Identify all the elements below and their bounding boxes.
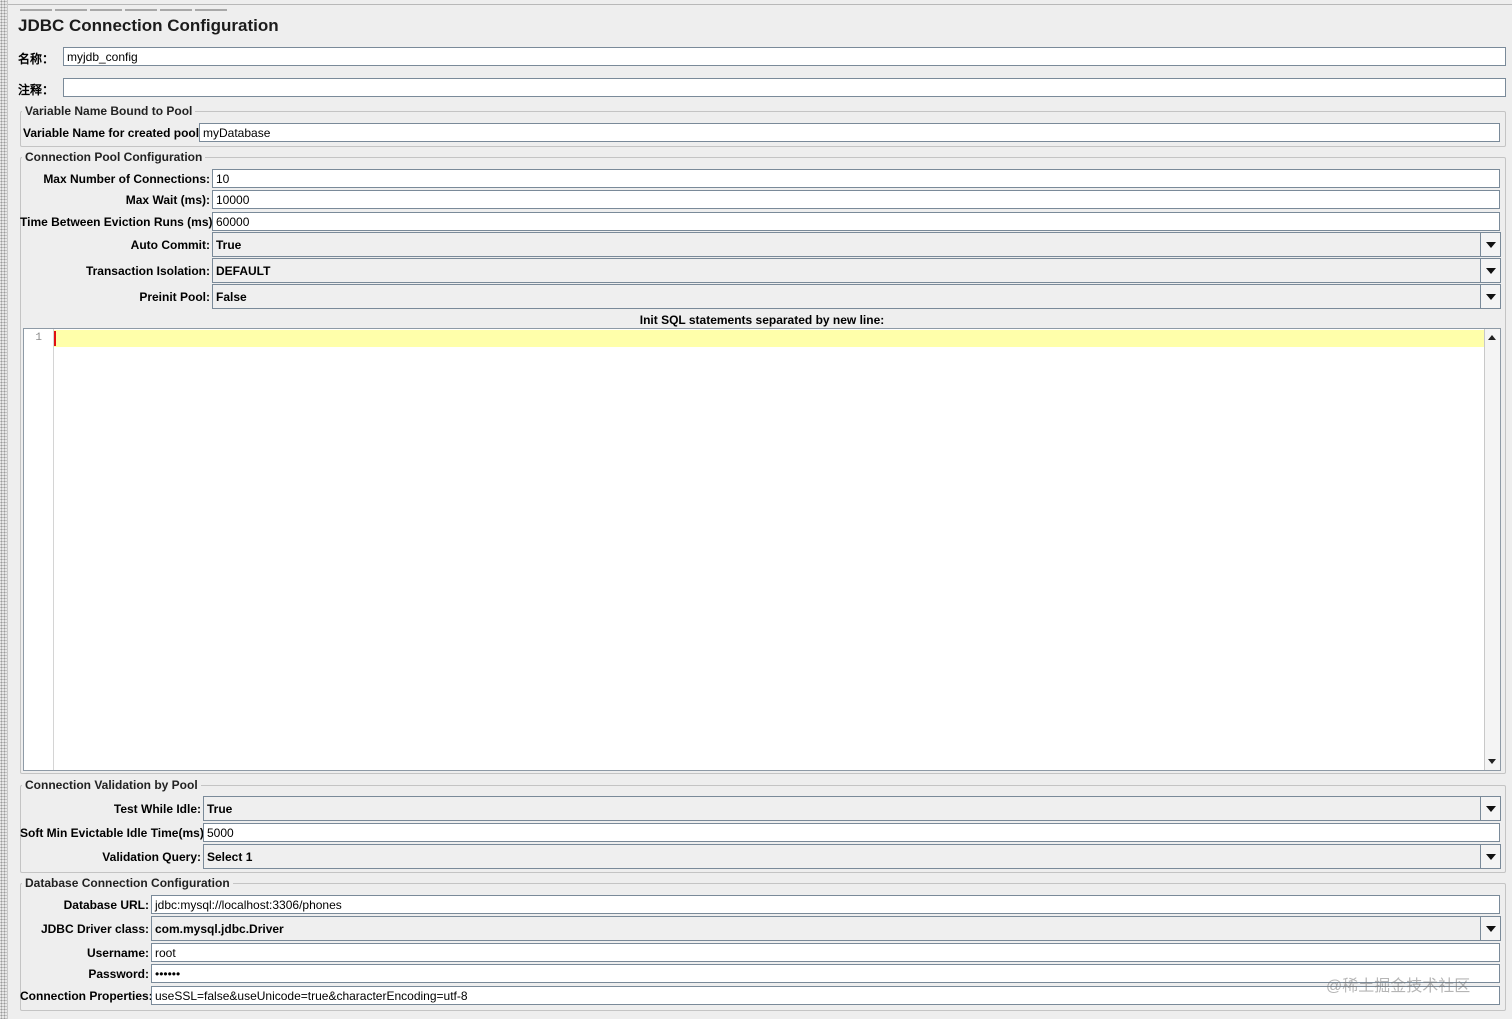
- max-wait-field[interactable]: 10000: [212, 190, 1500, 209]
- chevron-down-icon[interactable]: [1480, 285, 1500, 308]
- eviction-label: Time Between Eviction Runs (ms):: [20, 215, 217, 229]
- validation-query-label: Validation Query:: [102, 850, 201, 864]
- pool-variable-field[interactable]: myDatabase: [199, 123, 1500, 142]
- preinit-select[interactable]: False: [212, 284, 1501, 309]
- isolation-select[interactable]: DEFAULT: [212, 258, 1501, 283]
- editor-scrollbar[interactable]: [1484, 329, 1500, 770]
- chevron-down-icon[interactable]: [1480, 233, 1500, 256]
- soft-min-label: Soft Min Evictable Idle Time(ms):: [20, 826, 208, 840]
- top-divider: [8, 4, 1512, 5]
- username-field[interactable]: root: [151, 943, 1500, 962]
- scroll-down-icon[interactable]: [1488, 759, 1496, 764]
- line-number: 1: [35, 332, 42, 344]
- scroll-up-icon[interactable]: [1488, 335, 1496, 340]
- auto-commit-select[interactable]: True: [212, 232, 1501, 257]
- test-idle-select[interactable]: True: [203, 796, 1501, 821]
- name-label: 名称：: [18, 52, 55, 66]
- variable-name-legend: Variable Name Bound to Pool: [22, 104, 196, 118]
- password-label: Password:: [88, 967, 149, 981]
- database-url-label: Database URL:: [63, 898, 149, 912]
- driver-class-value: com.mysql.jdbc.Driver: [155, 922, 284, 936]
- left-splitter[interactable]: [0, 0, 8, 1019]
- preinit-value: False: [216, 290, 247, 304]
- db-connection-legend: Database Connection Configuration: [22, 876, 233, 890]
- test-idle-label: Test While Idle:: [113, 802, 201, 816]
- isolation-value: DEFAULT: [216, 264, 271, 278]
- init-sql-label: Init SQL statements separated by new lin…: [639, 313, 885, 327]
- validation-query-select[interactable]: Select 1: [203, 844, 1501, 869]
- driver-class-label: JDBC Driver class:: [40, 922, 149, 936]
- validation-legend: Connection Validation by Pool: [22, 778, 201, 792]
- chevron-down-icon[interactable]: [1480, 845, 1500, 868]
- isolation-label: Transaction Isolation:: [85, 264, 210, 278]
- chevron-down-icon[interactable]: [1480, 259, 1500, 282]
- text-caret: [54, 331, 56, 346]
- chevron-down-icon[interactable]: [1480, 917, 1500, 940]
- connection-properties-field[interactable]: useSSL=false&useUnicode=true&characterEn…: [151, 986, 1500, 1005]
- preinit-label: Preinit Pool:: [139, 290, 210, 304]
- max-connections-label: Max Number of Connections:: [43, 172, 210, 186]
- validation-query-value: Select 1: [207, 850, 253, 864]
- page-title: JDBC Connection Configuration: [18, 16, 279, 35]
- current-line-highlight: [54, 330, 1484, 347]
- driver-class-select[interactable]: com.mysql.jdbc.Driver: [151, 916, 1501, 941]
- connection-properties-label: Connection Properties:: [20, 989, 153, 1003]
- comment-label: 注释：: [18, 83, 55, 97]
- soft-min-field[interactable]: 5000: [203, 823, 1500, 842]
- name-field[interactable]: myjdb_config: [63, 47, 1506, 66]
- username-label: Username:: [86, 946, 149, 960]
- chevron-down-icon[interactable]: [1480, 797, 1500, 820]
- max-wait-label: Max Wait (ms):: [125, 193, 210, 207]
- pool-variable-label: Variable Name for created pool:: [23, 126, 204, 140]
- pool-config-legend: Connection Pool Configuration: [22, 150, 206, 164]
- eviction-field[interactable]: 60000: [212, 212, 1500, 231]
- password-field[interactable]: ••••••: [151, 964, 1500, 983]
- test-idle-value: True: [207, 802, 233, 816]
- auto-commit-value: True: [216, 238, 242, 252]
- auto-commit-label: Auto Commit:: [130, 238, 210, 252]
- init-sql-editor[interactable]: 1: [23, 328, 1501, 771]
- watermark: @稀土掘金技术社区: [1326, 978, 1471, 995]
- max-connections-field[interactable]: 10: [212, 169, 1500, 188]
- line-number-gutter: 1: [24, 329, 54, 770]
- database-url-field[interactable]: jdbc:mysql://localhost:3306/phones: [151, 895, 1500, 914]
- top-tabs: [20, 0, 230, 11]
- comment-field[interactable]: [63, 78, 1506, 97]
